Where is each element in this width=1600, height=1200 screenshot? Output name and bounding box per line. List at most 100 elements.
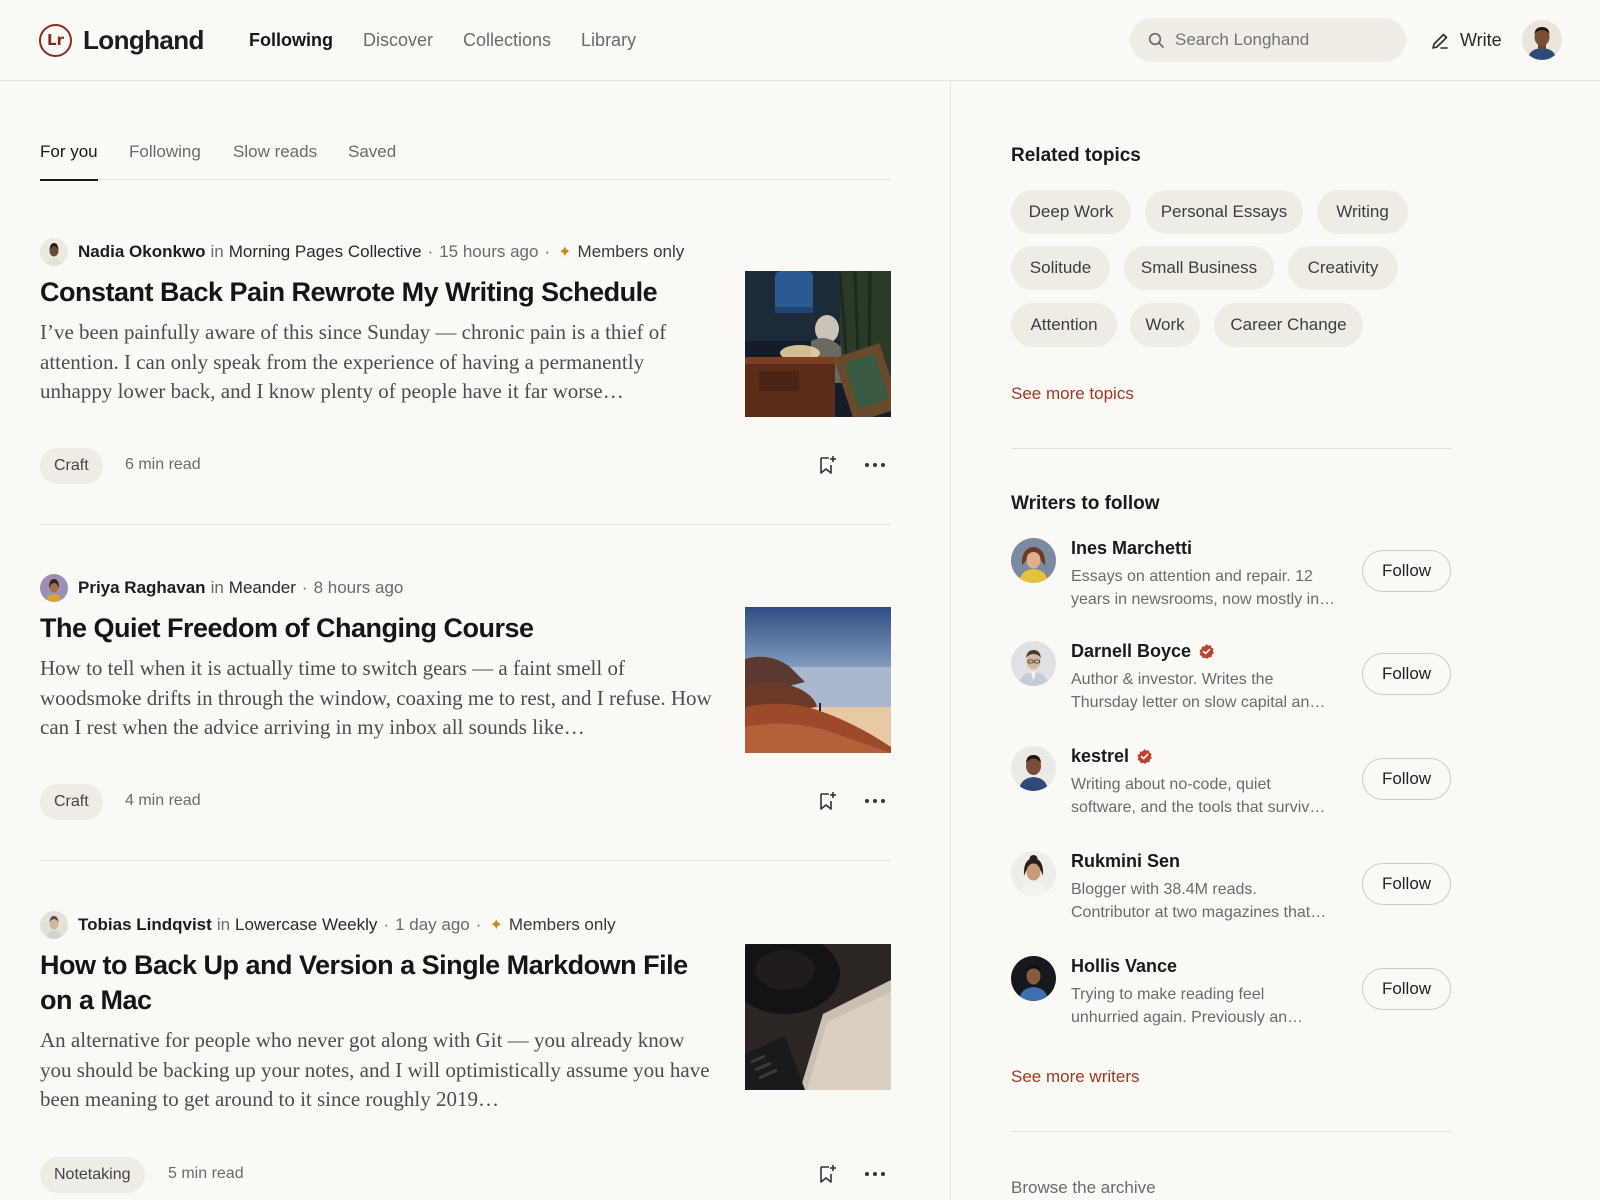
writer-bio-line: Trying to make reading feel: [1071, 986, 1265, 1003]
article-excerpt[interactable]: I’ve been painfully aware of this since …: [40, 318, 720, 407]
members-only-label: Members only: [577, 242, 685, 261]
writer-bio: Author & investor. Writes the Thursday l…: [1071, 668, 1351, 714]
post-time: 1 day ago: [395, 915, 470, 934]
author-name[interactable]: Tobias Lindqvist: [78, 915, 212, 935]
writer-avatar[interactable]: [1011, 956, 1056, 1001]
star-icon: ✦: [489, 917, 503, 934]
more-horizontal-icon: [865, 463, 885, 467]
meta-dot: ·: [427, 242, 434, 261]
meta-dot: ·: [383, 915, 390, 934]
topic-tag[interactable]: Craft: [40, 784, 103, 820]
publication-name[interactable]: Morning Pages Collective: [229, 242, 422, 262]
topic-chip[interactable]: Small Business: [1124, 246, 1274, 290]
follow-button[interactable]: Follow: [1362, 550, 1451, 592]
follow-button[interactable]: Follow: [1362, 968, 1451, 1010]
topic-chip[interactable]: Writing: [1317, 190, 1408, 234]
bookmark-add-button[interactable]: [814, 1161, 840, 1187]
tab-saved[interactable]: Saved: [348, 142, 396, 180]
bookmark-add-icon: [820, 456, 836, 474]
article-thumbnail[interactable]: [745, 607, 891, 753]
writer-bio-line: Thursday letter on slow capital an…: [1071, 694, 1326, 711]
feed-column: For you Following Slow reads Saved Nadia…: [0, 81, 951, 1200]
writer-name[interactable]: Ines Marchetti: [1071, 538, 1192, 559]
write-button[interactable]: Write: [1430, 30, 1502, 51]
bookmark-add-icon: [820, 1165, 836, 1183]
sidebar-divider: [1011, 448, 1452, 449]
topic-chip[interactable]: Personal Essays: [1145, 190, 1303, 234]
topic-chip[interactable]: Work: [1130, 303, 1200, 347]
article-title[interactable]: The Quiet Freedom of Changing Course: [40, 611, 720, 646]
meta-dot: ·: [301, 578, 308, 597]
follow-button[interactable]: Follow: [1362, 863, 1451, 905]
see-more-writers-link[interactable]: See more writers: [1011, 1067, 1139, 1087]
topic-chip[interactable]: Attention: [1011, 303, 1117, 347]
writer-avatar[interactable]: [1011, 538, 1056, 583]
publication-name[interactable]: Meander: [229, 578, 296, 598]
top-nav: Following Discover Collections Library: [249, 30, 666, 51]
writer-bio-line: Blogger with 38.4M reads.: [1071, 881, 1257, 898]
writer-suggestion: Darnell Boyce Author & investor. Writes …: [1011, 641, 1452, 721]
follow-button[interactable]: Follow: [1362, 758, 1451, 800]
writer-avatar[interactable]: [1011, 641, 1056, 686]
topic-tag[interactable]: Notetaking: [40, 1157, 145, 1193]
writer-name-text: Hollis Vance: [1071, 956, 1178, 976]
sidebar-divider: [1011, 1131, 1452, 1132]
topic-chip[interactable]: Solitude: [1011, 246, 1110, 290]
article-card: Nadia Okonkwo in Morning Pages Collectiv…: [40, 238, 891, 618]
members-only-label: Members only: [508, 915, 616, 934]
follow-button[interactable]: Follow: [1362, 653, 1451, 695]
writer-name[interactable]: Rukmini Sen: [1071, 851, 1180, 872]
nav-discover[interactable]: Discover: [363, 30, 433, 51]
browse-archive-link[interactable]: Browse the archive: [1011, 1178, 1156, 1198]
author-avatar[interactable]: [40, 238, 68, 266]
bookmark-add-button[interactable]: [814, 788, 840, 814]
see-more-topics-link[interactable]: See more topics: [1011, 384, 1134, 404]
writer-suggestion: Hollis Vance Trying to make reading feel…: [1011, 956, 1452, 1036]
bookmark-add-button[interactable]: [814, 452, 840, 478]
tab-following[interactable]: Following: [129, 142, 201, 180]
article-meta: Tobias Lindqvist in Lowercase Weekly · 1…: [40, 911, 616, 939]
topic-chip[interactable]: Creativity: [1288, 246, 1398, 290]
article-thumbnail[interactable]: [745, 271, 891, 417]
article-excerpt[interactable]: How to tell when it is actually time to …: [40, 654, 720, 743]
nav-library[interactable]: Library: [581, 30, 636, 51]
tab-slow-reads[interactable]: Slow reads: [233, 142, 317, 180]
article-title[interactable]: How to Back Up and Version a Single Mark…: [40, 948, 720, 1018]
publication-name[interactable]: Lowercase Weekly: [235, 915, 377, 935]
post-time: 15 hours ago: [439, 242, 539, 261]
search-bar[interactable]: [1130, 18, 1406, 62]
search-input[interactable]: [1175, 30, 1395, 50]
writer-name[interactable]: kestrel: [1071, 746, 1153, 767]
topic-chip[interactable]: Career Change: [1214, 303, 1363, 347]
article-thumbnail[interactable]: [745, 944, 891, 1090]
writer-name-text: Ines Marchetti: [1071, 538, 1193, 558]
writer-avatar[interactable]: [1011, 746, 1056, 791]
post-time: 8 hours ago: [313, 578, 404, 597]
more-options-button[interactable]: [862, 452, 888, 478]
writer-name[interactable]: Darnell Boyce: [1071, 641, 1215, 662]
user-avatar[interactable]: [1522, 20, 1562, 60]
topic-chip[interactable]: Deep Work: [1011, 190, 1131, 234]
nav-collections[interactable]: Collections: [463, 30, 551, 51]
writer-bio-line: years in newsrooms, now mostly in…: [1071, 591, 1336, 608]
topic-tag[interactable]: Craft: [40, 448, 103, 484]
author-avatar[interactable]: [40, 574, 68, 602]
writer-name-text: kestrel: [1071, 746, 1130, 766]
article-title[interactable]: Constant Back Pain Rewrote My Writing Sc…: [40, 275, 720, 310]
article-excerpt[interactable]: An alternative for people who never got …: [40, 1026, 720, 1115]
writer-bio-line: software, and the tools that surviv…: [1071, 799, 1326, 816]
writer-bio: Trying to make reading feel unhurried ag…: [1071, 983, 1351, 1029]
writer-bio-line: Essays on attention and repair. 12: [1071, 568, 1313, 585]
writer-name[interactable]: Hollis Vance: [1071, 956, 1177, 977]
pencil-icon: [1432, 33, 1448, 49]
nav-following[interactable]: Following: [249, 30, 333, 51]
more-options-button[interactable]: [862, 788, 888, 814]
author-avatar[interactable]: [40, 911, 68, 939]
feed-tabs: For you Following Slow reads Saved: [40, 142, 891, 181]
more-options-button[interactable]: [862, 1161, 888, 1187]
tab-for-you[interactable]: For you: [40, 142, 98, 181]
writer-avatar[interactable]: [1011, 851, 1056, 896]
logo[interactable]: Lr Longhand: [39, 22, 204, 58]
author-name[interactable]: Priya Raghavan: [78, 578, 206, 598]
author-name[interactable]: Nadia Okonkwo: [78, 242, 206, 262]
